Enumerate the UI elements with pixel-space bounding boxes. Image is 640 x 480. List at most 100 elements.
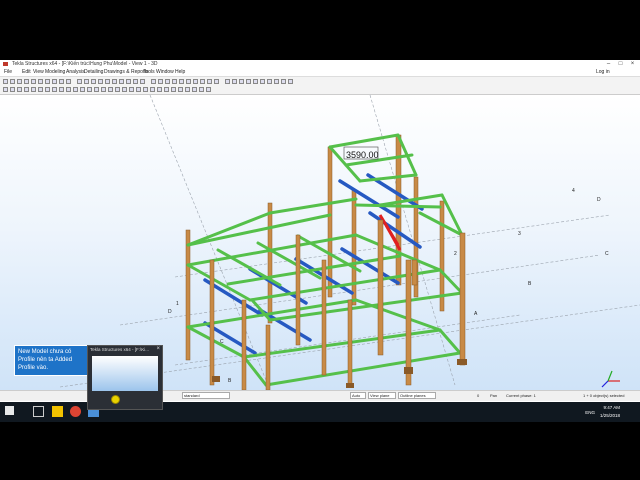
- menu-analysis[interactable]: Analysis: [66, 68, 85, 76]
- toolbar-tool-icon[interactable]: [281, 79, 286, 84]
- toolbar-tool-icon[interactable]: [45, 79, 50, 84]
- toolbar-tool-icon[interactable]: [3, 79, 8, 84]
- toolbar-tool-icon[interactable]: [115, 87, 120, 92]
- menu-file[interactable]: File: [4, 68, 12, 76]
- toolbar-tool-icon[interactable]: [206, 87, 211, 92]
- menu-tools[interactable]: Tools: [143, 68, 155, 76]
- toolbar-tool-icon[interactable]: [59, 87, 64, 92]
- toolbar-tool-icon[interactable]: [200, 79, 205, 84]
- toolbar-tool-icon[interactable]: [3, 87, 8, 92]
- toolbar-tool-icon[interactable]: [171, 87, 176, 92]
- toolbar-tool-icon[interactable]: [17, 87, 22, 92]
- toolbar-tool-icon[interactable]: [260, 79, 265, 84]
- menu-modeling[interactable]: Modeling: [45, 68, 65, 76]
- toolbar-tool-icon[interactable]: [199, 87, 204, 92]
- login-link[interactable]: Log in: [596, 68, 610, 76]
- toolbar-tool-icon[interactable]: [253, 79, 258, 84]
- close-button[interactable]: ×: [628, 60, 637, 68]
- toolbar-tool-icon[interactable]: [98, 79, 103, 84]
- task-view-icon[interactable]: [33, 406, 44, 417]
- toolbar-tool-icon[interactable]: [207, 79, 212, 84]
- grid-label: B: [528, 281, 532, 287]
- minimize-button[interactable]: –: [604, 60, 613, 68]
- toolbar-tool-icon[interactable]: [288, 79, 293, 84]
- file-explorer-icon[interactable]: [52, 406, 63, 417]
- toolbar-tool-icon[interactable]: [101, 87, 106, 92]
- toolbar-tool-icon[interactable]: [66, 87, 71, 92]
- toolbar-tool-icon[interactable]: [193, 79, 198, 84]
- start-button-icon[interactable]: [5, 406, 14, 415]
- toolbar-tool-icon[interactable]: [143, 87, 148, 92]
- toolbar-tool-icon[interactable]: [140, 79, 145, 84]
- selection-filter-dropdown[interactable]: standard: [182, 392, 230, 399]
- toolbar-tool-icon[interactable]: [225, 79, 230, 84]
- grid-label: C: [220, 339, 224, 345]
- grid-label: 4: [572, 188, 575, 194]
- toolbar-tool-icon[interactable]: [10, 87, 15, 92]
- toolbar-tool-icon[interactable]: [52, 87, 57, 92]
- toolbar-tool-icon[interactable]: [77, 79, 82, 84]
- clock-time[interactable]: 9:47 AM: [603, 405, 620, 410]
- taskbar-thumbnail-preview[interactable]: Tekla Structures x64 - [F:\Ki... ×: [87, 345, 163, 410]
- toolbar-tool-icon[interactable]: [91, 79, 96, 84]
- toolbar-tool-icon[interactable]: [38, 87, 43, 92]
- toolbar-tool-icon[interactable]: [119, 79, 124, 84]
- menu-view[interactable]: View: [33, 68, 44, 76]
- snap-mode-dropdown[interactable]: Auto: [350, 392, 366, 399]
- menu-edit[interactable]: Edit: [22, 68, 31, 76]
- toolbar-tool-icon[interactable]: [122, 87, 127, 92]
- menu-help[interactable]: Help: [175, 68, 185, 76]
- outline-planes-dropdown[interactable]: Outline planes: [398, 392, 436, 399]
- plane-dropdown[interactable]: View plane: [368, 392, 396, 399]
- toolbar-tool-icon[interactable]: [136, 87, 141, 92]
- toolbar-tool-icon[interactable]: [129, 87, 134, 92]
- toolbar-tool-icon[interactable]: [232, 79, 237, 84]
- toolbar-tool-icon[interactable]: [87, 87, 92, 92]
- toolbar-tool-icon[interactable]: [45, 87, 50, 92]
- maximize-button[interactable]: □: [616, 60, 625, 68]
- clock-date[interactable]: 1/25/2018: [600, 413, 620, 418]
- toolbar-tool-icon[interactable]: [59, 79, 64, 84]
- menu-detailing[interactable]: Detailing: [84, 68, 103, 76]
- toolbar-tool-icon[interactable]: [66, 79, 71, 84]
- toolbar-tool-icon[interactable]: [165, 79, 170, 84]
- toolbar-tool-icon[interactable]: [73, 87, 78, 92]
- toolbar-tool-icon[interactable]: [24, 79, 29, 84]
- toolbar-tool-icon[interactable]: [112, 79, 117, 84]
- language-indicator[interactable]: ENG: [585, 410, 595, 415]
- toolbar-tool-icon[interactable]: [31, 87, 36, 92]
- toolbar-tool-icon[interactable]: [150, 87, 155, 92]
- toolbar-tool-icon[interactable]: [214, 79, 219, 84]
- toolbar-tool-icon[interactable]: [105, 79, 110, 84]
- toolbar-tool-icon[interactable]: [151, 79, 156, 84]
- toolbar-tool-icon[interactable]: [126, 79, 131, 84]
- toolbar-tool-icon[interactable]: [186, 79, 191, 84]
- toolbar-tool-icon[interactable]: [52, 79, 57, 84]
- toolbar-tool-icon[interactable]: [239, 79, 244, 84]
- toolbar-tool-icon[interactable]: [192, 87, 197, 92]
- toolbar-tool-icon[interactable]: [185, 87, 190, 92]
- toolbar-tool-icon[interactable]: [158, 79, 163, 84]
- menu-window[interactable]: Window: [156, 68, 174, 76]
- toolbar-tool-icon[interactable]: [17, 79, 22, 84]
- toolbar-tool-icon[interactable]: [267, 79, 272, 84]
- preview-close-icon[interactable]: ×: [156, 346, 160, 352]
- toolbar-tool-icon[interactable]: [10, 79, 15, 84]
- toolbar-tool-icon[interactable]: [94, 87, 99, 92]
- toolbar-tool-icon[interactable]: [31, 79, 36, 84]
- toolbar-tool-icon[interactable]: [24, 87, 29, 92]
- toolbar-tool-icon[interactable]: [178, 87, 183, 92]
- toolbar-tool-icon[interactable]: [84, 79, 89, 84]
- toolbar-tool-icon[interactable]: [80, 87, 85, 92]
- chrome-icon[interactable]: [70, 406, 81, 417]
- toolbar-tool-icon[interactable]: [179, 79, 184, 84]
- toolbar-tool-icon[interactable]: [133, 79, 138, 84]
- toolbar-tool-icon[interactable]: [246, 79, 251, 84]
- toolbar-tool-icon[interactable]: [108, 87, 113, 92]
- toolbar-tool-icon[interactable]: [164, 87, 169, 92]
- menu-drawings-reports[interactable]: Drawings & Reports: [104, 68, 148, 76]
- toolbar-tool-icon[interactable]: [157, 87, 162, 92]
- toolbar-tool-icon[interactable]: [38, 79, 43, 84]
- toolbar-tool-icon[interactable]: [274, 79, 279, 84]
- toolbar-tool-icon[interactable]: [172, 79, 177, 84]
